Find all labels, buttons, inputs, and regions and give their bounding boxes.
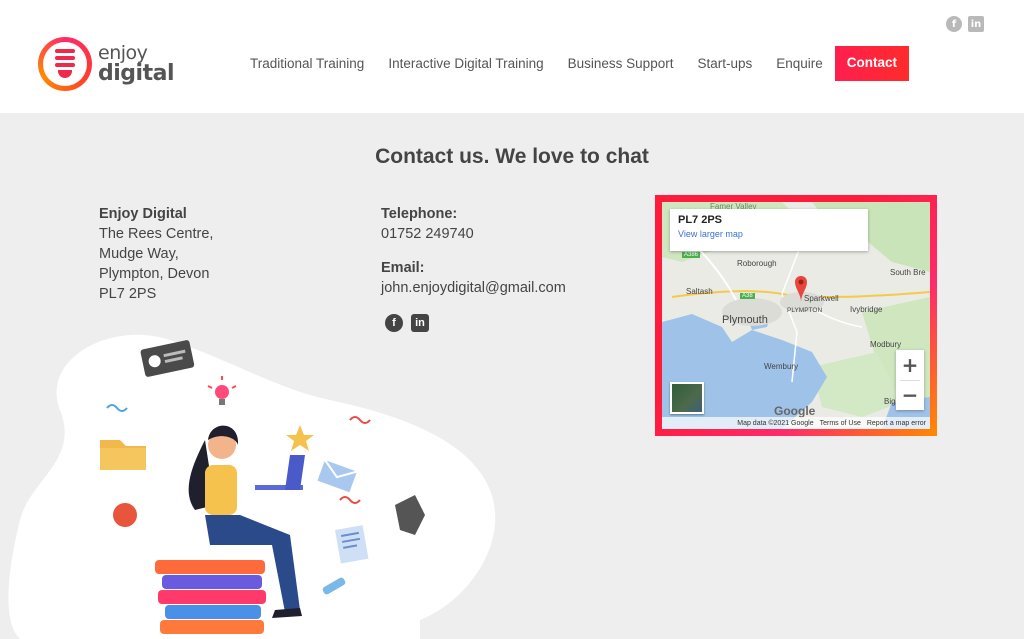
map-label-sparkwell: Sparkwell — [804, 294, 839, 303]
logo-text-digital: digital — [98, 60, 174, 86]
view-larger-map-link[interactable]: View larger map — [678, 229, 860, 239]
site-header: f in enjoy digital Traditional Training … — [0, 0, 1024, 113]
map-place-name: PL7 2PS — [678, 214, 723, 226]
satellite-toggle-thumbnail[interactable] — [670, 382, 704, 414]
map-label-plymouth: Plymouth — [722, 314, 768, 326]
headline-rest: We love to chat — [489, 145, 649, 168]
embedded-map[interactable]: Famer Valley Roborough South Bre Saltash… — [662, 202, 930, 429]
address-postcode: PL7 2PS — [99, 286, 157, 302]
nav-traditional-training[interactable]: Traditional Training — [238, 47, 376, 81]
map-label-saltash: Saltash — [686, 287, 713, 296]
document-icon — [335, 525, 369, 564]
nav-enquire[interactable]: Enquire — [764, 47, 835, 81]
address-block: Enjoy Digital The Rees Centre, Mudge Way… — [99, 204, 213, 304]
apple-icon — [113, 503, 137, 527]
map-label-modbury: Modbury — [870, 340, 902, 349]
address-line-3: Plympton, Devon — [99, 266, 210, 282]
map-data-attribution: Map data ©2021 Google — [737, 419, 814, 427]
page-title: Contact us. We love to chat — [0, 145, 1024, 169]
map-label-wembury: Wembury — [764, 362, 799, 371]
logo[interactable]: enjoy digital — [38, 37, 174, 91]
telephone-number[interactable]: 01752 249740 — [381, 224, 566, 244]
logo-text-enjoy: enjoy — [98, 41, 148, 64]
address-line-2: Mudge Way, — [99, 246, 179, 262]
facebook-icon[interactable]: f — [946, 16, 962, 32]
logo-mark-icon — [38, 37, 92, 91]
zoom-out-button[interactable]: − — [896, 381, 924, 411]
header-social: f in — [946, 16, 984, 32]
google-logo: Google — [774, 404, 816, 418]
telephone-label: Telephone: — [381, 206, 458, 222]
email-address[interactable]: john.enjoydigital@gmail.com — [381, 278, 566, 298]
map-label-roborough: Roborough — [737, 259, 777, 268]
zoom-in-button[interactable]: + — [896, 350, 924, 380]
road-badge-a38: A38 — [740, 293, 755, 299]
terms-of-use-link[interactable]: Terms of Use — [820, 420, 861, 427]
hero-illustration — [8, 334, 496, 639]
report-map-error-link[interactable]: Report a map error — [867, 420, 926, 427]
nav-contact-button[interactable]: Contact — [834, 46, 910, 81]
nav-interactive-digital-training[interactable]: Interactive Digital Training — [376, 47, 555, 81]
map-zoom-control: + − — [896, 350, 924, 410]
nav-start-ups[interactable]: Start-ups — [685, 47, 764, 81]
map-info-card: PL7 2PS View larger map — [670, 209, 868, 251]
map-label-south-brent: South Bre — [890, 268, 926, 277]
contact-details: Telephone: 01752 249740 Email: john.enjo… — [381, 204, 566, 332]
road-badge-a386: A386 — [682, 252, 701, 258]
address-line-1: The Rees Centre, — [99, 226, 214, 242]
email-label: Email: — [381, 260, 425, 276]
map-frame: Famer Valley Roborough South Bre Saltash… — [655, 195, 937, 436]
linkedin-icon[interactable]: in — [968, 16, 984, 32]
books-stack — [155, 560, 266, 634]
main-nav: Traditional Training Interactive Digital… — [238, 46, 910, 81]
company-name: Enjoy Digital — [99, 206, 187, 222]
nav-business-support[interactable]: Business Support — [556, 47, 686, 81]
map-footer: Map data ©2021 Google Terms of Use Repor… — [662, 417, 930, 429]
map-label-plympton: PLYMPTON — [787, 307, 823, 314]
headline-bold: Contact us. — [375, 145, 490, 168]
map-label-ivybridge: Ivybridge — [850, 305, 883, 314]
